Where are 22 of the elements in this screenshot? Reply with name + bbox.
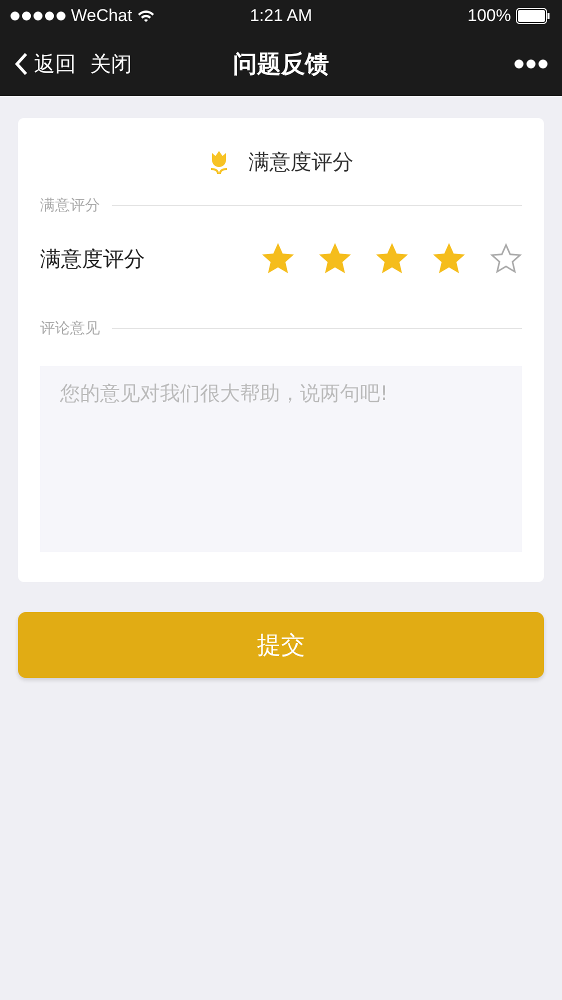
tulip-icon <box>208 150 228 174</box>
rating-label: 满意度评分 <box>40 246 145 273</box>
battery-icon <box>516 8 550 24</box>
chevron-left-icon <box>14 52 28 76</box>
filled-star-icon[interactable] <box>262 243 294 275</box>
filled-star-icon[interactable] <box>376 243 408 275</box>
close-button[interactable]: 关闭 <box>90 50 132 78</box>
signal-icon <box>10 11 66 21</box>
page-title: 问题反馈 <box>233 49 329 80</box>
time-text: 1:21 AM <box>250 6 312 26</box>
section-label: 满意评分 <box>40 196 100 215</box>
filled-star-icon[interactable] <box>319 243 351 275</box>
more-icon[interactable] <box>514 59 548 69</box>
back-button[interactable]: 返回 <box>14 50 76 78</box>
carrier-text: WeChat <box>71 6 132 26</box>
card-title: 满意度评分 <box>248 149 354 176</box>
filled-star-icon[interactable] <box>433 243 465 275</box>
wifi-icon <box>137 9 156 23</box>
comment-field[interactable]: 您的意见对我们很大帮助，说两句吧! <box>40 366 522 552</box>
battery-text: 100% <box>468 6 511 26</box>
empty-star-icon[interactable] <box>490 243 522 275</box>
section-label: 评论意见 <box>40 319 100 338</box>
